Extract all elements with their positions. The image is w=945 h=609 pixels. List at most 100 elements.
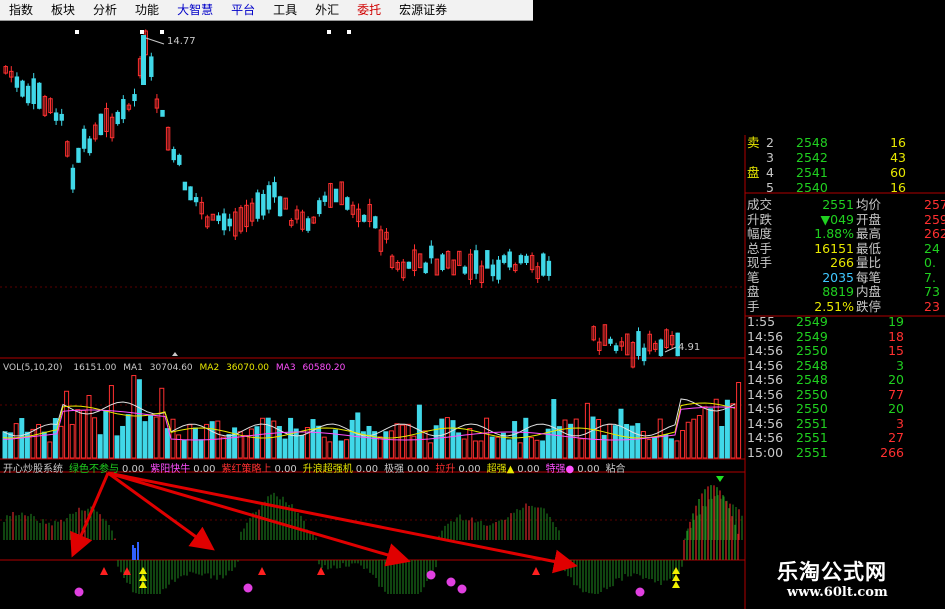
volume-bar (64, 390, 70, 459)
volume-bar (568, 423, 574, 459)
indicator-item-value: 0.00 (577, 464, 600, 475)
volume-bar (293, 428, 299, 459)
indicator-item-value: 0.00 (122, 464, 145, 475)
order-book-volume: 43 (890, 150, 906, 165)
stats-label: 升跌 (747, 211, 773, 227)
volume-bar (607, 423, 613, 459)
event-marker (140, 30, 144, 34)
volume-bar (450, 420, 456, 459)
candle-body (496, 259, 501, 280)
volume-bar (736, 382, 742, 459)
stats-value: 8819 (822, 284, 854, 299)
volume-bar (41, 431, 47, 459)
high-price-label: 14.77 (167, 36, 196, 47)
trade-row: 1:55 2549 19 (744, 314, 945, 329)
dot-signal (457, 584, 467, 594)
indicator-item-label: 绿色不参与 (69, 464, 119, 475)
candle-body (70, 167, 76, 190)
candle-body (37, 82, 42, 109)
order-book-volume: 60 (890, 165, 906, 180)
volume-bar (708, 408, 714, 459)
stats-row: 盘 8819 内盘 73 (744, 284, 945, 299)
candle-body (188, 186, 193, 201)
volume-bar (8, 432, 14, 459)
order-book-row: 5 2540 16 (744, 180, 945, 195)
high-leader (145, 37, 165, 45)
candle-body (14, 76, 20, 88)
volume-bar (674, 440, 680, 459)
strong-signal (139, 567, 147, 574)
volume-bar (30, 428, 36, 459)
candle-body (541, 253, 546, 276)
volume-bar (103, 410, 109, 459)
volume-bar (428, 442, 434, 459)
trade-row: 14:56 2550 77 (744, 387, 945, 402)
triangle-signal (100, 567, 108, 575)
volume-bar (377, 436, 383, 459)
trade-time: 14:56 (747, 430, 784, 445)
volume-bar (472, 440, 478, 459)
stats-row: 总手 16151 最低 24 (744, 241, 945, 256)
stats-label2: 每笔 (856, 269, 882, 285)
volume-bar (316, 425, 322, 459)
trade-price: 2551 (796, 415, 828, 431)
candle-body (20, 80, 25, 97)
trade-volume: 3 (896, 415, 904, 431)
candle-body (345, 197, 350, 210)
candle-body (501, 255, 507, 263)
order-book-level: 3 (766, 150, 774, 165)
volume-bar (159, 387, 165, 459)
trade-time: 14:56 (747, 328, 784, 344)
trade-volume: 27 (888, 430, 904, 445)
volume-bar (489, 436, 495, 459)
event-marker (327, 30, 331, 34)
volume-bar (2, 431, 8, 459)
stats-row: 手 2.51% 跌停 23 (744, 299, 945, 314)
volume-value: 16151.00 (73, 363, 117, 373)
stats-value2: 0. (924, 255, 936, 270)
candle-body (221, 213, 227, 231)
order-book-price: 2542 (796, 150, 828, 165)
candle-body (216, 215, 221, 222)
strong-signal (139, 581, 147, 588)
candle-body (160, 109, 165, 117)
stats-row: 成交 2551 均价 257 (744, 197, 945, 212)
indicator-item-label: 拉升 (435, 464, 456, 475)
volume-bar (528, 437, 534, 459)
volume-bar (730, 403, 736, 459)
stats-label2: 最高 (856, 226, 882, 241)
stats-label: 笔 (747, 269, 760, 285)
candle-body (608, 338, 613, 344)
candle-body (524, 255, 529, 263)
order-book-volume: 16 (890, 135, 906, 150)
candle-body (255, 192, 260, 219)
trade-time: 14:56 (747, 372, 784, 387)
volume-bar (517, 442, 523, 459)
volume-bar (164, 428, 170, 459)
candle-body (429, 245, 434, 259)
trade-volume: 20 (888, 372, 904, 387)
volume-bar (405, 423, 411, 459)
volume-bar (338, 440, 344, 459)
stats-label2: 量比 (856, 255, 882, 270)
volume-bar (579, 438, 585, 459)
trade-row: 14:56 2548 3 (744, 358, 945, 373)
low-price-label: 4.91 (678, 342, 701, 353)
stats-value: ▼049 (820, 211, 854, 227)
indicator-item-value: 0.00 (517, 464, 540, 475)
stats-row: 升跌 ▼049 开盘 259 (744, 212, 945, 227)
candle-body (277, 196, 283, 217)
quote-panel: 卖 2 2548 16 3 2542 43 盘 4 2541 60 5 2540 16 成交 2551 均价 25… (744, 135, 945, 465)
volume-bar (181, 439, 187, 459)
volume-bar (512, 421, 518, 459)
volume-bar (232, 427, 238, 459)
ma1-label: MA1 (123, 363, 143, 373)
indicator-item-label: 超强▲ (486, 464, 515, 475)
volume-bar (439, 418, 445, 459)
stats-label2: 最低 (856, 240, 882, 256)
order-book-side: 卖 (747, 135, 760, 150)
ma2-value: 36070.00 (226, 363, 270, 373)
volume-bar (719, 425, 725, 459)
dot-signal (74, 587, 84, 597)
volume-legend: VOL(5,10,20) 16151.00 MA1 30704.60 MA2 3… (3, 363, 345, 373)
